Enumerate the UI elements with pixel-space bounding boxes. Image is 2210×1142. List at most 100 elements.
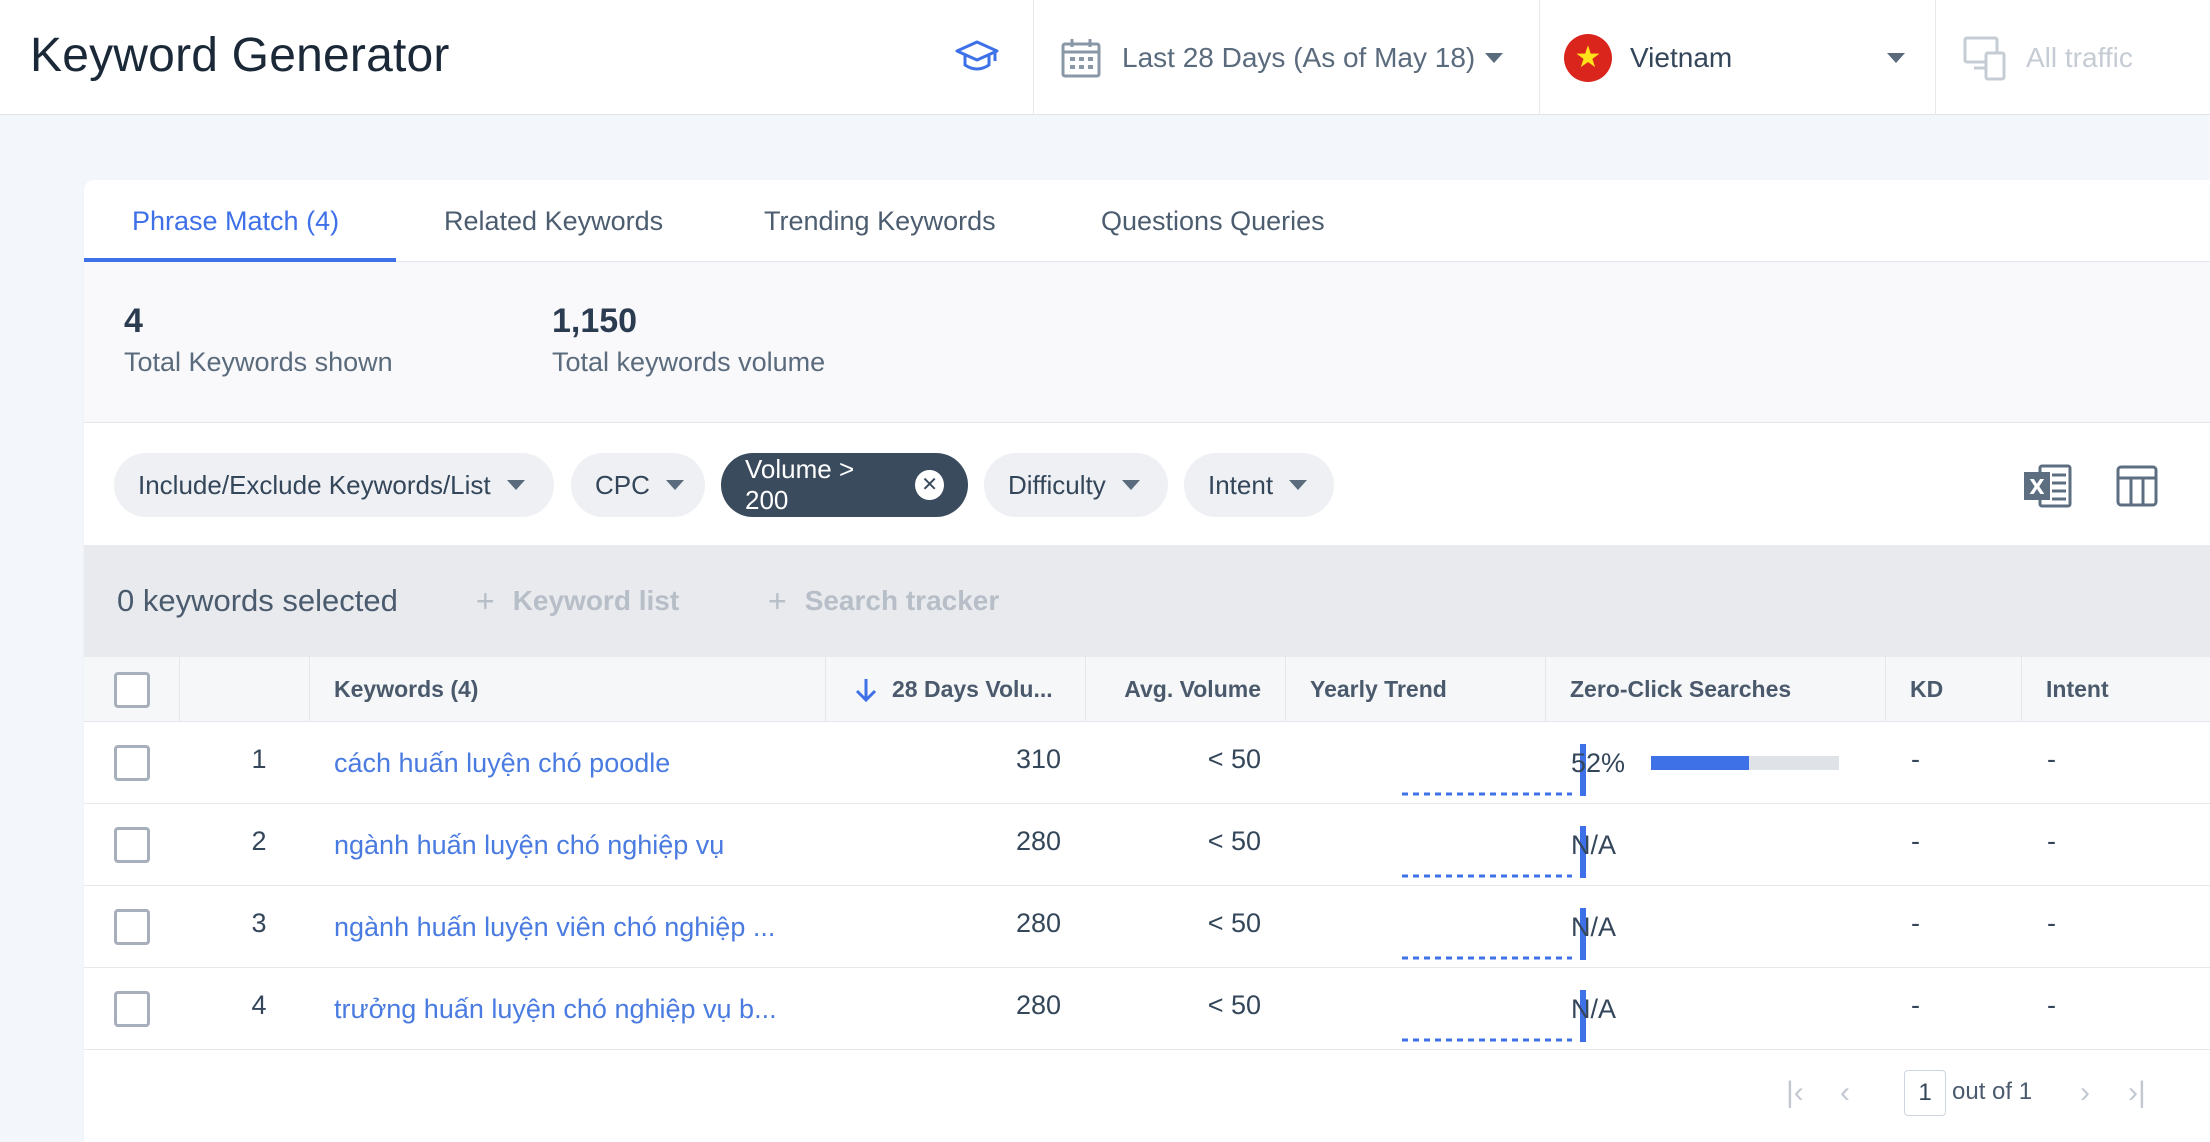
row-checkbox[interactable] — [114, 991, 150, 1027]
add-search-tracker-button[interactable]: + Search tracker — [768, 583, 999, 620]
volume-filter-label: Volume > 200 — [745, 454, 855, 515]
intent-column-header[interactable]: Intent — [2021, 657, 2210, 722]
zero-click-bar — [1651, 756, 1840, 770]
date-range-dropdown[interactable]: Last 28 Days (As of May 18) — [1034, 0, 1539, 115]
volume-column-label: 28 Days Volu... — [892, 676, 1053, 702]
kd-column-header[interactable]: KD — [1885, 657, 2021, 722]
traffic-dropdown[interactable]: All traffic — [1936, 0, 2210, 115]
results-card: Phrase Match (4) Related Keywords Trendi… — [84, 180, 2210, 1142]
total-volume-value: 1,150 — [552, 302, 638, 340]
table-columns-icon[interactable] — [2114, 463, 2166, 509]
chevron-down-icon — [1887, 52, 1905, 63]
keywords-table: Keywords (4) 28 Days Volu... Avg. Volume… — [84, 657, 2210, 1050]
table-row: 2 ngành huấn luyện chó nghiệp vụ 280 < 5… — [84, 804, 2210, 886]
filter-bar: Include/Exclude Keywords/List CPC Volume… — [84, 423, 2210, 545]
row-checkbox-cell — [114, 804, 150, 886]
plus-icon: + — [476, 582, 495, 619]
tab-bar: Phrase Match (4) Related Keywords Trendi… — [84, 180, 2210, 262]
include-exclude-filter[interactable]: Include/Exclude Keywords/List — [114, 453, 554, 517]
avg-volume-value: < 50 — [1207, 744, 1261, 774]
page-total-label: out of 1 — [1952, 1078, 2033, 1105]
next-page-icon[interactable]: › — [2080, 1076, 2090, 1110]
row-checkbox-cell — [114, 968, 150, 1050]
keywords-column-header[interactable]: Keywords (4) — [309, 657, 825, 722]
row-number-header — [179, 657, 309, 722]
difficulty-label: Difficulty — [1008, 469, 1106, 500]
volume-value: 280 — [1015, 990, 1061, 1020]
total-keywords-label: Total Keywords shown — [124, 347, 393, 377]
total-volume-label: Total keywords volume — [552, 347, 826, 377]
select-all-checkbox[interactable] — [113, 671, 150, 708]
keyword-link[interactable]: trưởng huấn luyện chó nghiệp vụ b... — [334, 968, 814, 1050]
row-number: 4 — [251, 990, 267, 1020]
zero-click-column-header[interactable]: Zero-Click Searches — [1545, 657, 1885, 722]
zero-click-value: N/A — [1571, 911, 1617, 942]
zero-click-cell: 52% — [1571, 722, 1840, 804]
chevron-down-icon — [1121, 480, 1140, 490]
keyword-link[interactable]: ngành huấn luyện viên chó nghiệp ... — [334, 886, 814, 968]
vietnam-flag-icon: ★ — [1564, 33, 1612, 82]
total-keywords-value: 4 — [124, 302, 143, 340]
avg-volume-column-header[interactable]: Avg. Volume — [1085, 657, 1285, 722]
top-bar: Keyword Generator Last 28 Days (As of Ma… — [0, 0, 2210, 115]
row-checkbox[interactable] — [114, 909, 150, 945]
zero-click-bar-fill — [1651, 756, 1749, 770]
yearly-trend-sparkline — [1402, 968, 1592, 1050]
graduation-cap-icon[interactable] — [950, 32, 1004, 82]
row-checkbox[interactable] — [114, 745, 150, 781]
tab-phrase-match[interactable]: Phrase Match (4) — [132, 180, 339, 262]
row-checkbox-cell — [114, 722, 150, 804]
zero-click-value: N/A — [1571, 829, 1617, 860]
add-keyword-list-button[interactable]: + Keyword list — [476, 583, 679, 620]
selection-bar: 0 keywords selected + Keyword list + Sea… — [84, 545, 2210, 657]
keyword-link[interactable]: ngành huấn luyện chó nghiệp vụ — [334, 804, 814, 886]
chevron-down-icon — [665, 480, 684, 490]
total-keywords-stat: 4 Total Keywords shown — [124, 302, 393, 378]
devices-icon — [1963, 36, 2006, 80]
pagination: |‹ ‹ 1 out of 1 › ›| — [84, 1048, 2210, 1142]
tab-questions-queries[interactable]: Questions Queries — [1101, 180, 1325, 262]
traffic-label: All traffic — [2026, 41, 2133, 73]
country-dropdown[interactable]: ★ Vietnam — [1540, 0, 1935, 115]
kd-value: - — [1911, 826, 1920, 856]
kd-value: - — [1911, 908, 1920, 938]
selected-count: 0 keywords selected — [117, 583, 398, 618]
row-number: 1 — [251, 744, 267, 774]
row-number: 2 — [251, 826, 267, 856]
keyword-list-label: Keyword list — [512, 585, 680, 616]
select-all-cell — [84, 657, 179, 722]
kd-value: - — [1911, 990, 1920, 1020]
yearly-trend-sparkline — [1402, 722, 1592, 804]
intent-value: - — [2047, 826, 2056, 856]
volume-column-header[interactable]: 28 Days Volu... — [825, 657, 1085, 722]
svg-text:X: X — [2029, 475, 2045, 499]
volume-value: 280 — [1015, 908, 1061, 938]
avg-volume-value: < 50 — [1207, 826, 1261, 856]
volume-filter[interactable]: Volume > 200 ✕ — [721, 453, 968, 517]
intent-filter[interactable]: Intent — [1184, 453, 1334, 517]
chevron-down-icon — [1485, 52, 1504, 63]
clear-filter-icon[interactable]: ✕ — [915, 470, 944, 500]
intent-label: Intent — [1208, 469, 1274, 500]
first-page-icon[interactable]: |‹ — [1786, 1076, 1804, 1110]
date-range-label: Last 28 Days (As of May 18) — [1122, 41, 1476, 73]
avg-volume-value: < 50 — [1207, 908, 1261, 938]
keyword-link[interactable]: cách huấn luyện chó poodle — [334, 722, 814, 804]
cpc-filter[interactable]: CPC — [571, 453, 705, 517]
intent-value: - — [2047, 990, 2056, 1020]
previous-page-icon[interactable]: ‹ — [1840, 1076, 1850, 1110]
summary-panel: 4 Total Keywords shown 1,150 Total keywo… — [84, 262, 2210, 423]
last-page-icon[interactable]: ›| — [2128, 1076, 2146, 1110]
kd-value: - — [1911, 744, 1920, 774]
page-number-input[interactable]: 1 — [1904, 1070, 1946, 1116]
tab-related-keywords[interactable]: Related Keywords — [444, 180, 663, 262]
zero-click-value: 52% — [1571, 747, 1626, 778]
zero-click-value: N/A — [1571, 993, 1617, 1024]
row-checkbox[interactable] — [114, 827, 150, 863]
yearly-trend-column-header[interactable]: Yearly Trend — [1285, 657, 1545, 722]
difficulty-filter[interactable]: Difficulty — [984, 453, 1168, 517]
table-row: 4 trưởng huấn luyện chó nghiệp vụ b... 2… — [84, 968, 2210, 1050]
yearly-trend-sparkline — [1402, 804, 1592, 886]
excel-export-icon[interactable]: X — [2022, 463, 2074, 509]
tab-trending-keywords[interactable]: Trending Keywords — [764, 180, 996, 262]
